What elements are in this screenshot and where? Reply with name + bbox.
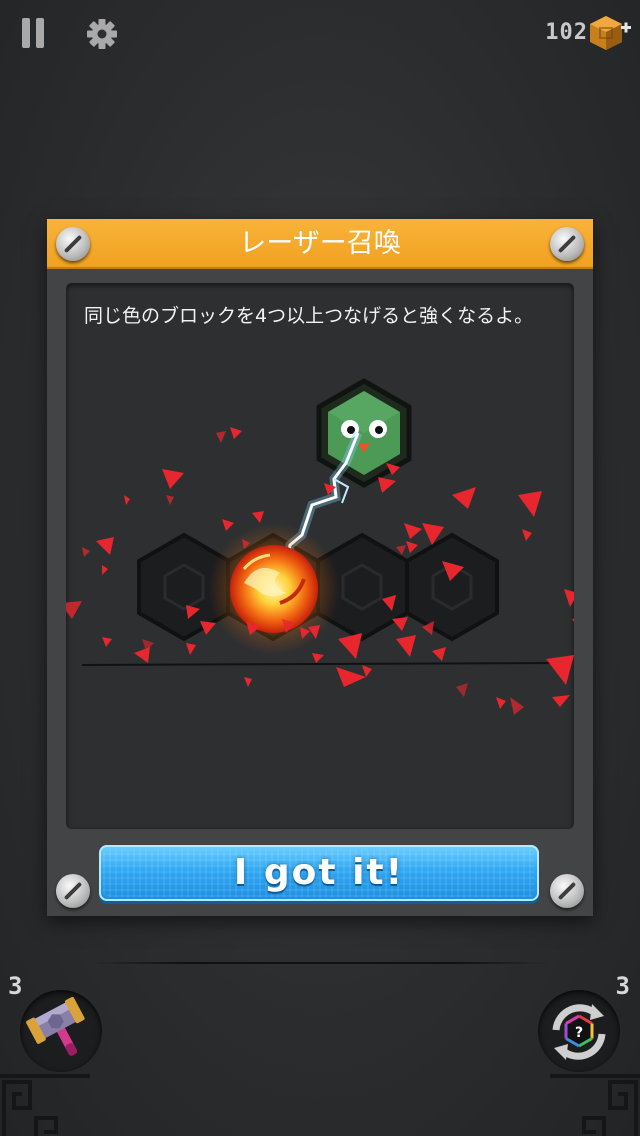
settings-button[interactable] xyxy=(86,18,118,50)
confirm-button[interactable]: I got it! xyxy=(99,845,539,901)
footer-ornament xyxy=(0,1074,640,1136)
gear-icon xyxy=(87,19,117,49)
pause-icon xyxy=(22,18,30,48)
hammer-tool-button[interactable] xyxy=(20,990,102,1072)
hammer-icon xyxy=(26,996,85,1056)
shuffle-tool-button[interactable]: ? xyxy=(538,990,620,1072)
divider xyxy=(90,962,550,964)
currency-count: 102 xyxy=(545,20,588,45)
screw-icon xyxy=(550,874,584,908)
confirm-button-label: I got it! xyxy=(233,852,405,893)
tutorial-dialog: レーザー召喚 同じ色のブロックを4つ以上つなげると強くなるよ。 I got it… xyxy=(47,219,593,916)
pause-button[interactable] xyxy=(22,18,46,48)
screw-icon xyxy=(550,227,584,261)
dialog-description: 同じ色のブロックを4つ以上つなげると強くなるよ。 xyxy=(84,305,534,327)
dialog-title: レーザー召喚 xyxy=(239,228,401,259)
fire-orb xyxy=(208,523,340,655)
svg-text:?: ? xyxy=(575,1025,583,1041)
shuffle-question-icon: ? xyxy=(552,1004,606,1060)
tutorial-panel: 同じ色のブロックを4つ以上つなげると強くなるよ。 xyxy=(66,283,574,829)
screw-icon xyxy=(56,874,90,908)
laser-tutorial-illustration xyxy=(66,378,574,715)
buy-currency-button[interactable] xyxy=(588,14,632,54)
orange-cube-plus-icon xyxy=(590,16,631,50)
screw-icon xyxy=(56,227,90,261)
